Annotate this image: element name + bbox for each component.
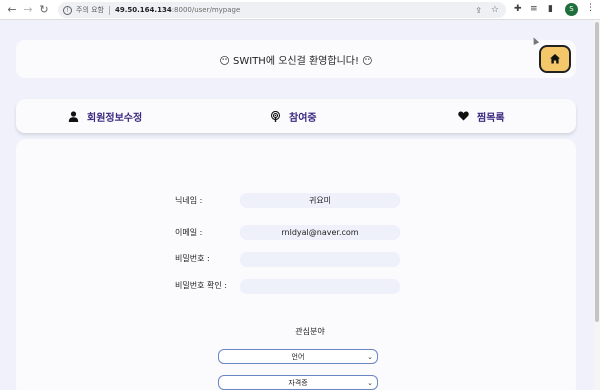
nickname-label: 닉네임 : <box>175 196 203 205</box>
password-confirm-field[interactable] <box>240 279 400 294</box>
select-value: 언어 <box>291 352 305 361</box>
podcast-icon <box>270 110 281 122</box>
profile-avatar[interactable]: S <box>565 3 578 16</box>
password-label: 비밀번호 : <box>175 254 210 263</box>
reading-list-icon[interactable]: ≡ <box>530 4 538 14</box>
warning-icon[interactable]: ! <box>63 5 72 15</box>
browser-toolbar: ← → ↻ ! 주의 요함 49.50.164.134:8000/user/my… <box>0 0 600 20</box>
interest-select-2[interactable]: 자격증 ⌄ <box>218 375 378 390</box>
tab-label: 회원정보수정 <box>87 112 143 124</box>
home-icon <box>550 54 560 64</box>
user-icon <box>68 110 79 122</box>
url-host: 49.50.164.134 <box>115 6 172 14</box>
heart-icon <box>458 111 469 121</box>
security-warning[interactable]: 주의 요함 <box>76 5 104 15</box>
bookmark-star-icon[interactable]: ☆ <box>491 5 499 15</box>
select-value: 자격증 <box>288 378 308 387</box>
tab-label: 찜목록 <box>477 112 505 124</box>
reload-icon[interactable]: ↻ <box>36 3 52 16</box>
password-field[interactable] <box>240 252 400 267</box>
tab-label: 참여중 <box>289 112 317 124</box>
mypage-tab-bar: 회원정보수정 참여중 찜목록 <box>16 99 576 133</box>
forward-icon[interactable]: → <box>20 3 36 16</box>
email-field[interactable] <box>240 225 400 240</box>
divider <box>109 5 110 15</box>
more-menu-icon[interactable]: ⋮ <box>586 3 595 13</box>
welcome-banner: 😶 SWITH에 오신걸 환영합니다! 😶 <box>16 40 576 78</box>
back-icon[interactable]: ← <box>4 3 20 16</box>
share-icon[interactable]: ⇪ <box>475 6 482 15</box>
chevron-down-icon: ⌄ <box>367 353 373 361</box>
tab-wishlist[interactable]: 찜목록 <box>458 99 505 133</box>
side-panel-icon[interactable]: ▮ <box>548 4 553 14</box>
tab-participating[interactable]: 참여중 <box>270 99 317 133</box>
scrollbar-thumb[interactable] <box>595 22 599 322</box>
chevron-down-icon: ⌄ <box>367 379 373 387</box>
url-path: :8000/user/mypage <box>171 6 241 14</box>
welcome-text: 😶 SWITH에 오신걸 환영합니다! 😶 <box>219 55 373 67</box>
extensions-icon[interactable]: ✚ <box>514 4 522 14</box>
tab-edit-profile[interactable]: 회원정보수정 <box>68 99 142 133</box>
interest-select-1[interactable]: 언어 ⌄ <box>218 349 378 364</box>
interests-title: 관심분야 <box>295 327 325 336</box>
nickname-field[interactable] <box>240 193 400 208</box>
email-label: 이메일 : <box>175 228 203 237</box>
address-bar[interactable]: ! 주의 요함 49.50.164.134:8000/user/mypage ⇪… <box>58 2 506 18</box>
password-confirm-label: 비밀번호 확인 : <box>175 281 227 290</box>
home-button[interactable] <box>539 45 571 73</box>
